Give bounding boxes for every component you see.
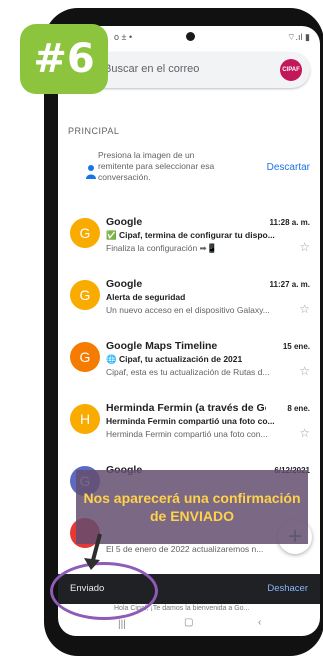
sender-avatar: G — [70, 218, 100, 248]
section-label: PRINCIPAL — [68, 126, 120, 136]
email-snippet: Herminda Fermin compartió una foto con..… — [106, 429, 268, 439]
email-time: 8 ene. — [287, 404, 310, 413]
email-row[interactable]: G Google 11:28 a. m. ✅ Cipaf, termina de co… — [58, 206, 320, 268]
star-icon[interactable]: ☆ — [299, 302, 310, 316]
email-sender: Herminda Fermin (a través de Go... — [106, 402, 266, 414]
search-placeholder[interactable]: Buscar en el correo — [104, 63, 199, 75]
star-icon[interactable]: ☆ — [299, 364, 310, 378]
email-subject: 🌐 Cipaf, tu actualización de 2021 — [106, 354, 243, 364]
email-row[interactable]: G Google 11:27 a. m. Alerta de seguridad Un … — [58, 268, 320, 330]
recents-icon[interactable]: ||| — [118, 619, 126, 630]
star-icon[interactable]: ☆ — [299, 240, 310, 254]
email-snippet: El 5 de enero de 2022 actualizaremos n..… — [106, 544, 264, 554]
email-sender: Google Maps Timeline — [106, 340, 218, 352]
email-snippet: Cipaf, esta es tu actualización de Rutas… — [106, 367, 270, 377]
email-subject: ✅ Cipaf, termina de configurar tu dispo.… — [106, 230, 275, 240]
email-sender: Google — [106, 216, 143, 228]
back-icon[interactable]: ‹ — [258, 617, 261, 628]
account-avatar[interactable]: CIPAF — [280, 59, 302, 81]
step-badge: #6 — [20, 24, 108, 94]
email-snippet: Finaliza la configuración ➡📱 — [106, 243, 218, 253]
star-icon[interactable]: ☆ — [299, 426, 310, 440]
status-right-icons: ⌔.ıl ▮ — [287, 32, 310, 42]
email-time: 11:27 a. m. — [269, 280, 310, 289]
sender-avatar: G — [70, 280, 100, 310]
camera-icon — [186, 32, 195, 41]
email-subject: Herminda Fermin compartió una foto co... — [106, 416, 275, 426]
tip-card: Presiona la imagen de un remitente para … — [58, 144, 320, 204]
email-snippet: Un nuevo acceso en el dispositivo Galaxy… — [106, 305, 270, 315]
arrow-icon — [84, 533, 102, 570]
email-subject: Alerta de seguridad — [106, 292, 186, 302]
status-left-icons: o ± • — [114, 32, 133, 42]
tip-text: Presiona la imagen de un remitente para … — [98, 150, 215, 182]
email-row[interactable]: H Herminda Fermin (a través de Go... 8 ene… — [58, 392, 320, 454]
sender-avatar: H — [70, 404, 100, 434]
email-time: 11:28 a. m. — [269, 218, 310, 227]
home-icon[interactable]: ▢ — [184, 617, 193, 628]
person-tap-icon — [86, 165, 96, 179]
callout-overlay: Nos aparecerá una confirmación de ENVIAD… — [76, 470, 308, 544]
email-row[interactable]: G Google Maps Timeline 15 ene. 🌐 Cipaf, tu … — [58, 330, 320, 392]
email-sender: Google — [106, 278, 143, 290]
dismiss-button[interactable]: Descartar — [267, 162, 310, 173]
email-time: 15 ene. — [282, 342, 310, 351]
undo-button[interactable]: Deshacer — [267, 583, 308, 594]
sender-avatar: G — [70, 342, 100, 372]
